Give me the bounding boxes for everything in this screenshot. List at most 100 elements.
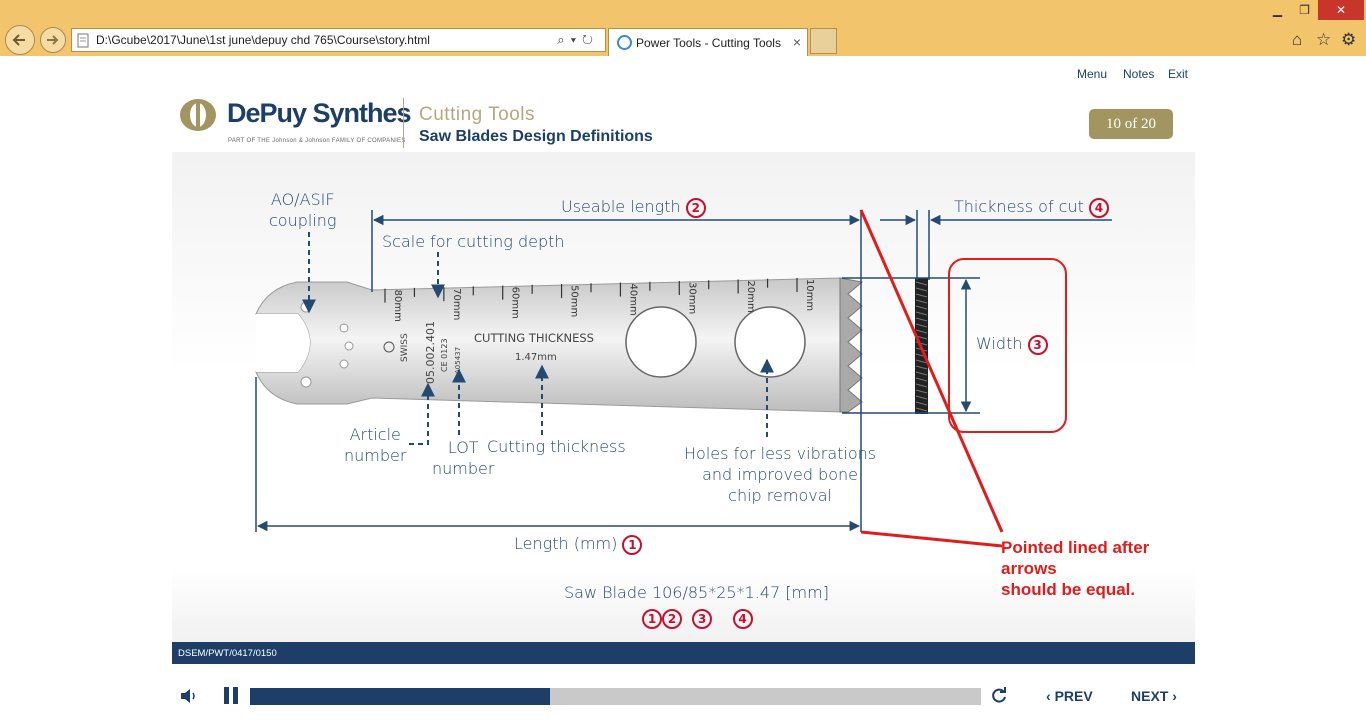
coupling-label-line1: AO/ASIF — [270, 190, 335, 209]
holes-label-line3: chip removal — [728, 486, 832, 505]
coupling-hole — [300, 376, 312, 388]
close-icon[interactable]: ✕ — [1318, 0, 1364, 20]
blade-ce-text: CE 0123 — [440, 338, 449, 372]
scale-tick-label: 10mm — [804, 279, 815, 311]
pause-icon — [224, 687, 229, 704]
forward-button[interactable] — [40, 27, 66, 53]
thickness-of-cut-label: Thickness of cut 4 — [954, 196, 1109, 218]
prev-label: PREV — [1054, 688, 1093, 704]
spec-marker-2: 2 — [662, 608, 682, 629]
scale-tick-label: 30mm — [686, 282, 697, 314]
ie-icon — [617, 35, 632, 50]
coupling-label: AO/ASIF coupling — [269, 189, 337, 231]
spec-marker-1: 1 — [642, 608, 662, 629]
back-arrow-icon — [12, 34, 25, 46]
replay-icon[interactable] — [990, 687, 1008, 705]
tab-power-tools[interactable]: Power Tools - Cutting Tools × — [608, 28, 808, 56]
holes-label-line2: and improved bone — [702, 465, 858, 484]
notes-link[interactable]: Notes — [1123, 67, 1154, 81]
blade-spec-markers: 12 3 4 — [642, 607, 753, 629]
lot-label-line1: LOT — [447, 438, 479, 457]
logo-wordmark: DePuy Synthes — [227, 98, 412, 128]
vibration-hole-1 — [625, 306, 697, 378]
coupling-label-line2: coupling — [269, 211, 337, 230]
saw-blade-teeth — [839, 277, 864, 413]
blade-swiss-text: SWISS — [400, 333, 410, 362]
logo-tagline: PART OF THE Johnson & Johnson FAMILY OF … — [228, 138, 406, 144]
progress-fill — [250, 688, 550, 705]
coupling-hole — [339, 359, 349, 369]
length-text: Length (mm) — [514, 534, 618, 553]
depuy-synthes-logo-mark — [180, 99, 216, 131]
progress-bar[interactable] — [250, 688, 981, 705]
marker-2: 2 — [685, 197, 706, 218]
review-annotation: Pointed lined after arrows should be equ… — [1001, 537, 1195, 600]
marker-1: 1 — [622, 534, 643, 555]
favorites-star-icon[interactable]: ☆ — [1316, 30, 1331, 50]
address-text: D:\Gcube\2017\June\1st june\depuy chd 76… — [96, 33, 430, 47]
lot-label-line2: number — [432, 459, 495, 478]
cutting-thickness-label: Cutting thickness — [487, 437, 626, 456]
coupling-slot — [256, 314, 310, 372]
next-chevron-icon: › — [1168, 688, 1177, 704]
spec-marker-3: 3 — [692, 608, 713, 629]
scale-label: Scale for cutting depth — [382, 232, 565, 251]
prev-chevron-icon: ‹ — [1046, 688, 1055, 704]
annotation-pointer-line-2 — [860, 530, 1003, 548]
lot-label: LOT number — [432, 437, 494, 479]
document-code: DSEM/PWT/0417/0150 — [178, 648, 277, 659]
pause-icon — [233, 687, 238, 704]
scale-tick-label: 50mm — [569, 285, 580, 317]
slide-counter-badge: 10 of 20 — [1089, 109, 1173, 139]
header-divider — [403, 98, 404, 148]
page-icon — [77, 33, 89, 48]
prev-button[interactable]: ‹ PREV — [1046, 688, 1093, 704]
useable-length-text: Useable length — [561, 197, 681, 216]
tab-close-icon[interactable]: × — [793, 34, 801, 50]
next-button[interactable]: NEXT › — [1131, 688, 1177, 704]
search-refresh-icons[interactable]: ⌕▾↻ — [557, 32, 599, 48]
holes-label-line1: Holes for less vibrations — [684, 444, 877, 463]
back-button[interactable] — [5, 25, 35, 55]
minimize-icon[interactable]: ▁ — [1264, 0, 1291, 20]
marker-3: 3 — [1027, 334, 1048, 355]
scale-tick-label: 80mm — [392, 290, 403, 322]
tab-title: Power Tools - Cutting Tools — [636, 36, 781, 50]
blade-thickness-value-text: 1.47mm — [515, 352, 557, 363]
width-text: Width — [976, 334, 1023, 353]
length-label: Length (mm) 1 — [514, 533, 643, 555]
next-label: NEXT — [1131, 688, 1169, 704]
exit-link[interactable]: Exit — [1168, 67, 1188, 81]
home-icon[interactable]: ⌂ — [1292, 30, 1302, 50]
menu-link[interactable]: Menu — [1077, 67, 1107, 81]
scale-tick-label: 40mm — [627, 284, 638, 316]
marker-4: 4 — [1088, 197, 1109, 218]
useable-length-label: Useable length 2 — [561, 196, 706, 218]
blade-spec-label: Saw Blade 106/85*25*1.47 [mm] — [564, 583, 829, 602]
coupling-hole — [344, 341, 354, 351]
volume-icon[interactable] — [180, 688, 198, 704]
coupling-hole — [339, 323, 349, 333]
holes-label: Holes for less vibrations and improved b… — [684, 443, 876, 506]
pause-button[interactable] — [223, 687, 239, 704]
scale-tick-label: 60mm — [510, 287, 521, 319]
width-label: Width 3 — [976, 333, 1048, 355]
spec-marker-4: 4 — [732, 608, 753, 629]
scale-tick-label: 70mm — [451, 288, 462, 320]
article-label-line1: Article — [349, 425, 401, 444]
vibration-hole-2 — [734, 306, 806, 378]
thickness-of-cut-text: Thickness of cut — [954, 197, 1084, 216]
article-label: Article number — [344, 424, 406, 466]
slide-stage: 80mm 70mm 60mm 50mm 40mm 30mm 20mm 10mm SWISS 0… — [172, 152, 1195, 642]
blade-article-text: 05.002.401 — [424, 321, 437, 384]
slide-title: Saw Blades Design Definitions — [419, 128, 653, 145]
annotation-line1: Pointed lined after arrows — [1001, 538, 1150, 578]
address-bar[interactable]: D:\Gcube\2017\June\1st june\depuy chd 76… — [71, 28, 606, 52]
restore-icon[interactable]: ❐ — [1291, 0, 1318, 20]
forward-arrow-icon — [47, 35, 59, 45]
settings-gear-icon[interactable]: ⚙ — [1341, 30, 1356, 50]
annotation-line2: should be equal. — [1001, 580, 1136, 599]
new-tab-button[interactable] — [810, 28, 837, 54]
article-label-line2: number — [344, 446, 407, 465]
footer-bar: DSEM/PWT/0417/0150 — [172, 642, 1195, 664]
